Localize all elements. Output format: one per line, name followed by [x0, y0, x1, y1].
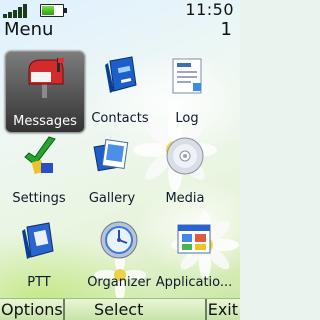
address-book-icon — [105, 56, 137, 93]
battery-level-fill — [42, 6, 54, 15]
battery-icon — [40, 4, 67, 17]
menu-item-applications[interactable]: Applicatio... — [155, 215, 233, 295]
menu-item-label: Media — [165, 191, 205, 206]
softkey-divider — [63, 299, 65, 320]
phone-screen: 11:50 Menu 1 Messages Contacts Log Setti… — [0, 0, 240, 320]
menu-item-label: Organizer — [87, 275, 151, 290]
applications-window-icon — [177, 224, 211, 254]
softkey-divider — [205, 299, 207, 320]
options-softkey[interactable]: Options — [1, 300, 63, 319]
menu-item-organizer[interactable]: Organizer — [80, 215, 158, 295]
organizer-clock-icon — [100, 221, 138, 259]
menu-item-label: Applicatio... — [155, 275, 233, 290]
menu-item-media[interactable]: Media — [146, 131, 224, 211]
select-softkey[interactable]: Select — [94, 300, 143, 319]
settings-checkmark-icon — [24, 136, 56, 175]
menu-item-label: Gallery — [88, 191, 136, 206]
exit-softkey[interactable]: Exit — [208, 300, 238, 319]
menu-item-label: Messages — [13, 114, 77, 129]
menu-item-label: PTT — [27, 275, 51, 290]
menu-item-gallery[interactable]: Gallery — [73, 131, 151, 211]
menu-item-log[interactable]: Log — [148, 51, 226, 131]
ptt-book-icon — [22, 222, 54, 259]
signal-strength-icon — [3, 4, 31, 18]
softkey-bar: Options Select Exit — [0, 298, 240, 320]
menu-item-label: Log — [175, 111, 199, 126]
menu-item-ptt[interactable]: PTT — [0, 215, 78, 295]
clock-time: 11:50 — [185, 0, 234, 19]
menu-title: Menu — [4, 19, 54, 40]
media-disc-icon — [166, 137, 204, 175]
mailbox-icon — [28, 58, 64, 98]
menu-item-settings[interactable]: Settings — [0, 131, 78, 211]
document-log-icon — [172, 58, 202, 94]
page-number: 1 — [220, 19, 232, 40]
menu-item-messages[interactable]: Messages — [5, 51, 85, 133]
gallery-photos-icon — [93, 139, 129, 172]
menu-item-label: Settings — [12, 191, 66, 206]
